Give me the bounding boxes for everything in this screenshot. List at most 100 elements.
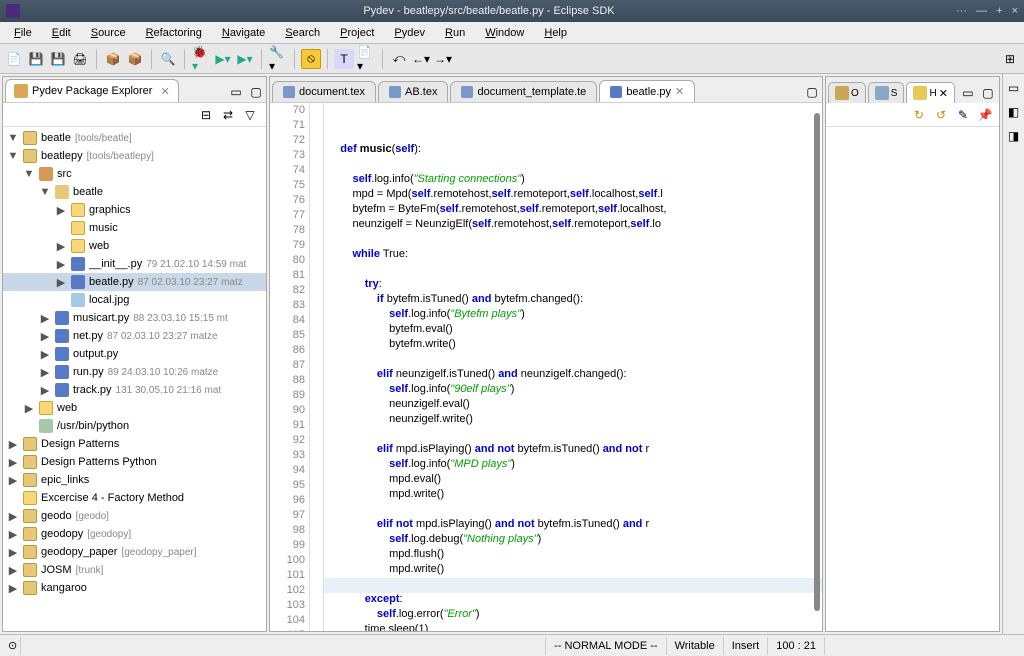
- restore-button[interactable]: ▭: [1004, 78, 1024, 98]
- status-writable: Writable: [666, 637, 723, 655]
- right-tab-s[interactable]: S: [868, 82, 905, 103]
- eclipse-icon: [6, 4, 20, 18]
- skip-breakpoints-button[interactable]: ⦸: [301, 49, 321, 69]
- tree-item[interactable]: ▶web: [3, 237, 266, 255]
- menu-refactoring[interactable]: Refactoring: [136, 25, 212, 41]
- tree-item[interactable]: ▶beatle.py87 02.03.10 23:27 matz: [3, 273, 266, 291]
- minimize-button[interactable]: —: [976, 5, 987, 17]
- minimize-right-button[interactable]: ▭: [959, 83, 977, 103]
- menu-run[interactable]: Run: [435, 25, 475, 41]
- maximize-view-button[interactable]: ▢: [246, 82, 266, 102]
- menu-pydev[interactable]: Pydev: [384, 25, 435, 41]
- maximize-editor-button[interactable]: ▢: [802, 82, 822, 102]
- line-number-gutter: 7071727374757677787980818283848586878889…: [270, 103, 310, 631]
- last-edit-button[interactable]: ⤺: [389, 49, 409, 69]
- code-editor[interactable]: 7071727374757677787980818283848586878889…: [270, 103, 822, 631]
- editor-tab[interactable]: AB.tex: [378, 81, 448, 102]
- iconify-button[interactable]: ···: [956, 5, 967, 17]
- vertical-scrollbar[interactable]: [814, 113, 820, 611]
- tree-item[interactable]: ▶Design Patterns: [3, 435, 266, 453]
- folding-margin: [310, 103, 324, 631]
- forward-button[interactable]: →▾: [433, 49, 453, 69]
- right-tab-h[interactable]: H ✕: [906, 82, 954, 103]
- print-button[interactable]: 🖨: [70, 49, 90, 69]
- close-icon[interactable]: ✕: [675, 85, 684, 98]
- menu-window[interactable]: Window: [475, 25, 534, 41]
- right-tab-o[interactable]: O: [828, 82, 866, 103]
- tree-item[interactable]: ▶output.py: [3, 345, 266, 363]
- menu-navigate[interactable]: Navigate: [212, 25, 275, 41]
- search-button[interactable]: 🔍: [158, 49, 178, 69]
- status-item: ⊙: [0, 637, 20, 655]
- tree-item[interactable]: ▶kangaroo: [3, 579, 266, 597]
- new-button[interactable]: 📄: [4, 49, 24, 69]
- menu-help[interactable]: Help: [534, 25, 577, 41]
- code-area[interactable]: def music(self): self.log.info("Starting…: [324, 103, 822, 631]
- maximize-right-button[interactable]: ▢: [979, 83, 997, 103]
- tree-item[interactable]: ▶JOSM[trunk]: [3, 561, 266, 579]
- titlebar: Pydev - beatlepy/src/beatle/beatle.py - …: [0, 0, 1024, 22]
- menu-search[interactable]: Search: [275, 25, 330, 41]
- tree-item[interactable]: ▶net.py87 02.03.10 23:27 matze: [3, 327, 266, 345]
- tree-item[interactable]: local.jpg: [3, 291, 266, 309]
- tree-item[interactable]: ▶__init__.py79 21.02.10 14:59 mat: [3, 255, 266, 273]
- tree-item[interactable]: ▶musicart.py88 23.03.10 15:15 mt: [3, 309, 266, 327]
- tex-preview-button[interactable]: 📄▾: [356, 49, 376, 69]
- save-button[interactable]: 💾: [26, 49, 46, 69]
- maximize-button[interactable]: +: [996, 5, 1002, 17]
- pin-button[interactable]: 📌: [975, 105, 995, 125]
- close-icon[interactable]: ✕: [939, 87, 948, 100]
- menu-file[interactable]: File: [4, 25, 42, 41]
- tree-item[interactable]: ▶graphics: [3, 201, 266, 219]
- window-title: Pydev - beatlepy/src/beatle/beatle.py - …: [28, 5, 950, 17]
- project-tree[interactable]: ▼beatle[tools/beatle]▼beatlepy[tools/bea…: [3, 127, 266, 631]
- tex-button[interactable]: T: [334, 49, 354, 69]
- tree-item[interactable]: ▼src: [3, 165, 266, 183]
- debug-button[interactable]: 🐞▾: [191, 49, 211, 69]
- menu-project[interactable]: Project: [330, 25, 384, 41]
- run-last-button[interactable]: ▶▾: [235, 49, 255, 69]
- home-button[interactable]: ✎: [953, 105, 973, 125]
- tree-item[interactable]: music: [3, 219, 266, 237]
- tree-item[interactable]: ▶track.py131 30.05.10 21:16 mat: [3, 381, 266, 399]
- menu-source[interactable]: Source: [81, 25, 136, 41]
- sync-button[interactable]: ↻: [909, 105, 929, 125]
- new-package-button[interactable]: 📦: [125, 49, 145, 69]
- tree-item[interactable]: ▶geodopy[geodopy]: [3, 525, 266, 543]
- collapse-all-button[interactable]: ⊟: [196, 105, 216, 125]
- close-icon[interactable]: ✕: [160, 85, 169, 98]
- tree-item[interactable]: ▶Design Patterns Python: [3, 453, 266, 471]
- view-menu-button[interactable]: ▽: [240, 105, 260, 125]
- trim-item-1[interactable]: ◧: [1004, 102, 1024, 122]
- window-controls: ··· — + ×: [950, 5, 1018, 17]
- perspective-button[interactable]: ⊞: [1000, 49, 1020, 69]
- new-module-button[interactable]: 📦: [103, 49, 123, 69]
- tree-item[interactable]: ▼beatlepy[tools/beatlepy]: [3, 147, 266, 165]
- editor-tab[interactable]: beatle.py✕: [599, 80, 695, 102]
- link-editor-button[interactable]: ⇄: [218, 105, 238, 125]
- tree-item[interactable]: ▼beatle: [3, 183, 266, 201]
- menu-edit[interactable]: Edit: [42, 25, 81, 41]
- editor-tab[interactable]: document.tex: [272, 81, 376, 102]
- editor-tab[interactable]: document_template.te: [450, 81, 597, 102]
- external-tools-button[interactable]: 🔧▾: [268, 49, 288, 69]
- refresh-button[interactable]: ↺: [931, 105, 951, 125]
- back-button[interactable]: ←▾: [411, 49, 431, 69]
- editor-tab-row: document.texAB.texdocument_template.tebe…: [270, 77, 822, 103]
- tree-item[interactable]: ▼beatle[tools/beatle]: [3, 129, 266, 147]
- tree-item[interactable]: ▶geodopy_paper[geodopy_paper]: [3, 543, 266, 561]
- trim-item-2[interactable]: ◨: [1004, 126, 1024, 146]
- tree-item[interactable]: ▶run.py89 24.03.10 10:26 matze: [3, 363, 266, 381]
- minimize-view-button[interactable]: ▭: [226, 82, 246, 102]
- tree-item[interactable]: ▶epic_links: [3, 471, 266, 489]
- run-button[interactable]: ▶▾: [213, 49, 233, 69]
- tree-item[interactable]: ▶geodo[geodo]: [3, 507, 266, 525]
- right-trim: ▭ ◧ ◨: [1002, 74, 1024, 634]
- close-button[interactable]: ×: [1012, 5, 1018, 17]
- tree-item[interactable]: Excercise 4 - Factory Method: [3, 489, 266, 507]
- statusbar: ⊙ -- NORMAL MODE -- Writable Insert 100 …: [0, 634, 1024, 656]
- explorer-tab[interactable]: Pydev Package Explorer ✕: [5, 79, 179, 102]
- tree-item[interactable]: ▶web: [3, 399, 266, 417]
- tree-item[interactable]: /usr/bin/python: [3, 417, 266, 435]
- save-all-button[interactable]: 💾: [48, 49, 68, 69]
